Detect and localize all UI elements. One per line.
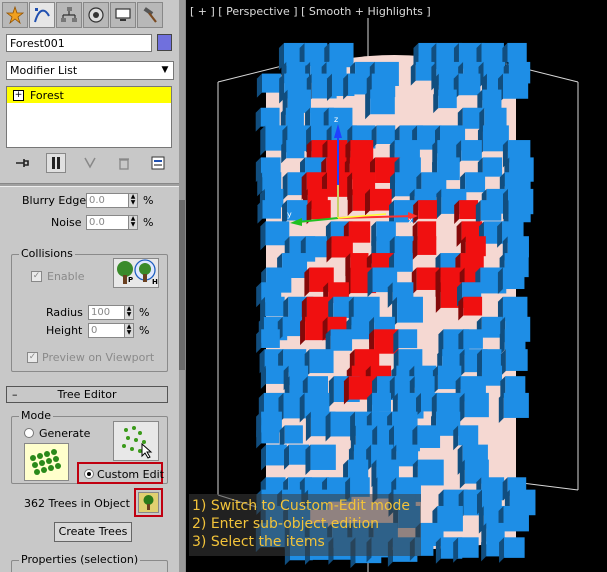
display-monitor-icon [115,8,131,21]
modifier-stack[interactable]: + Forest [6,86,172,148]
preview-viewport-checkbox[interactable]: ✓ [27,352,38,363]
command-panel: Forest001 Modifier List ▼ + Forest Blurr… [0,0,179,572]
stack-item-forest[interactable]: + Forest [7,87,171,103]
command-panel-tabs [2,2,163,28]
svg-text:x: x [408,216,413,225]
preview-viewport-label: Preview on Viewport [42,351,155,364]
svg-text:z: z [334,115,338,124]
stack-toolbar [6,152,172,174]
spinner-arrows-icon[interactable]: ▲ ▼ [129,193,138,208]
make-unique-button[interactable] [80,153,100,173]
tree-editor-rollout[interactable]: – Tree Editor [6,386,168,403]
blurry-edge-value[interactable]: 0.0 [86,193,129,208]
tab-utilities[interactable] [137,2,163,28]
forest-scene: y x z [217,18,579,572]
tree-icon [143,495,154,510]
tree-count-label: 362 Trees in Object [24,497,130,510]
collision-h-label: H [152,278,158,286]
create-trees-button[interactable]: Create Trees [54,522,132,542]
radius-value[interactable]: 100 [88,305,125,320]
radius-label: Radius [46,306,83,319]
instructions-overlay: 1) Switch to Custom-Edit mode 2) Enter s… [192,497,418,551]
object-color-swatch[interactable] [157,34,172,51]
noise-value[interactable]: 0.0 [86,215,129,230]
tree-editor-title: Tree Editor [57,388,117,401]
create-star-icon [6,6,24,24]
show-end-result-icon [52,157,60,169]
custom-edit-trees-button[interactable] [24,443,69,481]
hierarchy-icon [61,7,77,22]
instruction-step-3: 3) Select the items [192,534,325,550]
instruction-step-2: 2) Enter sub-object edition [192,516,380,532]
properties-title: Properties (selection) [19,553,141,566]
spinner-arrows-icon[interactable]: ▲ ▼ [125,305,134,320]
panel-separator [0,183,179,187]
noise-label: Noise [51,216,82,229]
sub-object-edit-button[interactable] [138,492,159,513]
collapse-icon: – [12,388,18,401]
tab-modify[interactable] [29,2,55,28]
scatter-points-icon [122,426,153,459]
spinner-arrows-icon[interactable]: ▲ ▼ [125,323,134,338]
modifier-list-dropdown[interactable]: Modifier List ▼ [6,61,174,80]
blurry-edge-unit: % [143,194,154,207]
generate-distribution-button[interactable] [113,421,159,461]
perspective-viewport[interactable]: [ + ] [ Perspective ] [ Smooth + Highlig… [185,0,607,572]
object-name-field[interactable]: Forest001 [6,34,152,52]
blurry-edge-label: Blurry Edge [22,194,87,207]
radius-spinner[interactable]: 100 ▲ ▼ [88,305,134,320]
enable-collisions-checkbox[interactable]: ✓ [31,271,42,282]
height-value[interactable]: 0 [88,323,125,338]
chevron-down-icon: ▼ [161,65,169,75]
generate-radio[interactable] [24,428,34,438]
enable-collisions-label: Enable [47,270,85,283]
collisions-title: Collisions [19,247,75,260]
instruction-step-1: 1) Switch to Custom-Edit mode [192,498,411,514]
custom-edit-label: Custom Edit [97,468,164,481]
tab-motion[interactable] [83,2,109,28]
spinner-arrows-icon[interactable]: ▲ ▼ [129,215,138,230]
height-spinner[interactable]: 0 ▲ ▼ [88,323,134,338]
height-unit: % [139,324,150,337]
hammer-icon [143,7,157,23]
custom-edit-radio[interactable] [84,469,94,479]
expand-icon[interactable]: + [13,89,24,101]
mode-title: Mode [19,409,53,422]
pin-stack-button[interactable] [12,153,32,173]
svg-text:y: y [287,210,292,219]
modifier-list-label: Modifier List [10,64,78,77]
collision-p-label: P [128,276,134,284]
collision-shapes-button[interactable]: P H [113,258,159,288]
make-unique-icon [84,157,96,169]
tree-cube[interactable] [453,537,479,563]
tab-display[interactable] [110,2,136,28]
noise-spinner[interactable]: 0.0 ▲ ▼ [86,215,138,230]
generate-label: Generate [39,427,91,440]
trash-icon [119,158,129,170]
show-end-result-button[interactable] [46,153,66,173]
configure-modifier-sets-button[interactable] [148,153,168,173]
pin-icon [16,159,29,167]
modify-curve-icon [34,8,50,23]
blurry-edge-spinner[interactable]: 0.0 ▲ ▼ [86,193,138,208]
tab-hierarchy[interactable] [56,2,82,28]
tree-cube[interactable] [499,537,525,563]
configure-sets-icon [151,156,165,170]
radius-unit: % [139,306,150,319]
noise-unit: % [143,216,154,229]
motion-disc-icon [88,7,104,23]
stack-item-label: Forest [30,88,64,102]
remove-modifier-button[interactable] [114,153,134,173]
height-label: Height [46,324,83,337]
tree-grid-icon [30,449,61,475]
tab-create[interactable] [2,2,28,28]
